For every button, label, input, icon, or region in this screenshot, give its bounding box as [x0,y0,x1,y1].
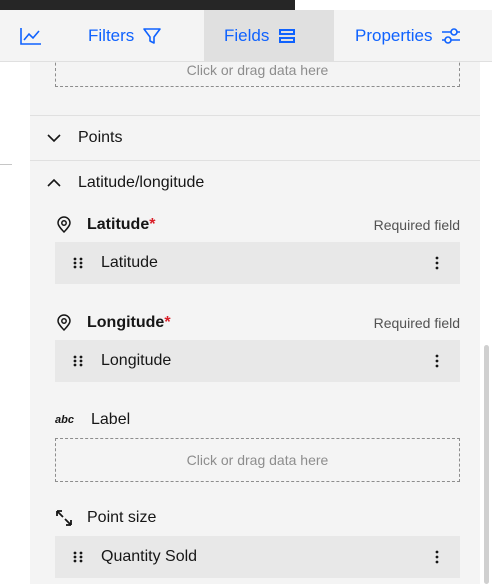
longitude-pill[interactable]: Longitude [55,340,460,382]
tab-visualization[interactable] [20,10,50,62]
accordion-latlong[interactable]: Latitude/longitude [30,161,480,205]
label-dropzone-text: Click or drag data here [186,452,329,468]
longitude-label: Longitude [87,314,165,331]
chevron-up-icon [30,178,78,188]
point-size-label: Point size [87,509,157,526]
drag-handle-icon[interactable] [55,355,101,367]
drag-handle-icon[interactable] [55,257,101,269]
top-strip [0,0,492,10]
required-field-text: Required field [373,315,460,331]
fields-panel: Click or drag data here Points Latitude/… [30,62,480,584]
location-icon [55,216,87,234]
tab-bar: Filters Fields Properties [0,10,492,62]
abc-icon-text: abc [55,414,74,426]
latitude-value: Latitude [101,254,158,271]
tab-filters-label: Filters [88,26,135,45]
fields-icon [279,29,296,43]
top-dark-strip [0,0,295,10]
overflow-menu-icon[interactable] [414,354,460,368]
chart-line-icon [20,28,41,45]
accordion-points-label: Points [78,129,123,146]
filter-icon [143,28,162,44]
dropzone-top[interactable]: Click or drag data here [55,62,460,87]
chevron-down-icon [30,133,78,143]
overflow-menu-icon[interactable] [414,550,460,564]
latitude-pill[interactable]: Latitude [55,242,460,284]
left-gutter [0,62,30,584]
tab-fields[interactable]: Fields [204,10,334,62]
point-size-field-label: Point size [55,506,460,530]
tab-fields-label: Fields [224,26,270,45]
tab-properties[interactable]: Properties [355,10,462,62]
gutter-divider [0,164,12,165]
dropzone-top-text: Click or drag data here [186,62,329,78]
accordion-latlong-label: Latitude/longitude [78,174,205,191]
overflow-menu-icon[interactable] [414,256,460,270]
location-icon [55,314,87,332]
drag-handle-icon[interactable] [55,551,101,563]
latitude-field-label: Latitude * Required field [55,213,460,237]
label-field-label: abc Label [55,408,460,432]
text-abc-icon: abc [55,414,91,426]
latitude-label: Latitude [87,216,150,233]
label-label: Label [91,411,131,428]
longitude-value: Longitude [101,352,172,369]
point-size-value: Quantity Sold [101,548,198,565]
resize-arrows-icon [55,509,87,527]
tab-filters[interactable]: Filters [88,10,162,62]
scrollbar[interactable] [484,345,489,584]
point-size-pill[interactable]: Quantity Sold [55,536,460,578]
required-marker: * [149,216,156,233]
required-field-text: Required field [373,217,460,233]
accordion-points[interactable]: Points [30,116,480,160]
longitude-field-label: Longitude * Required field [55,311,460,335]
tab-properties-label: Properties [355,26,433,45]
required-marker: * [164,314,171,331]
label-dropzone[interactable]: Click or drag data here [55,438,460,482]
sliders-icon [442,28,461,44]
